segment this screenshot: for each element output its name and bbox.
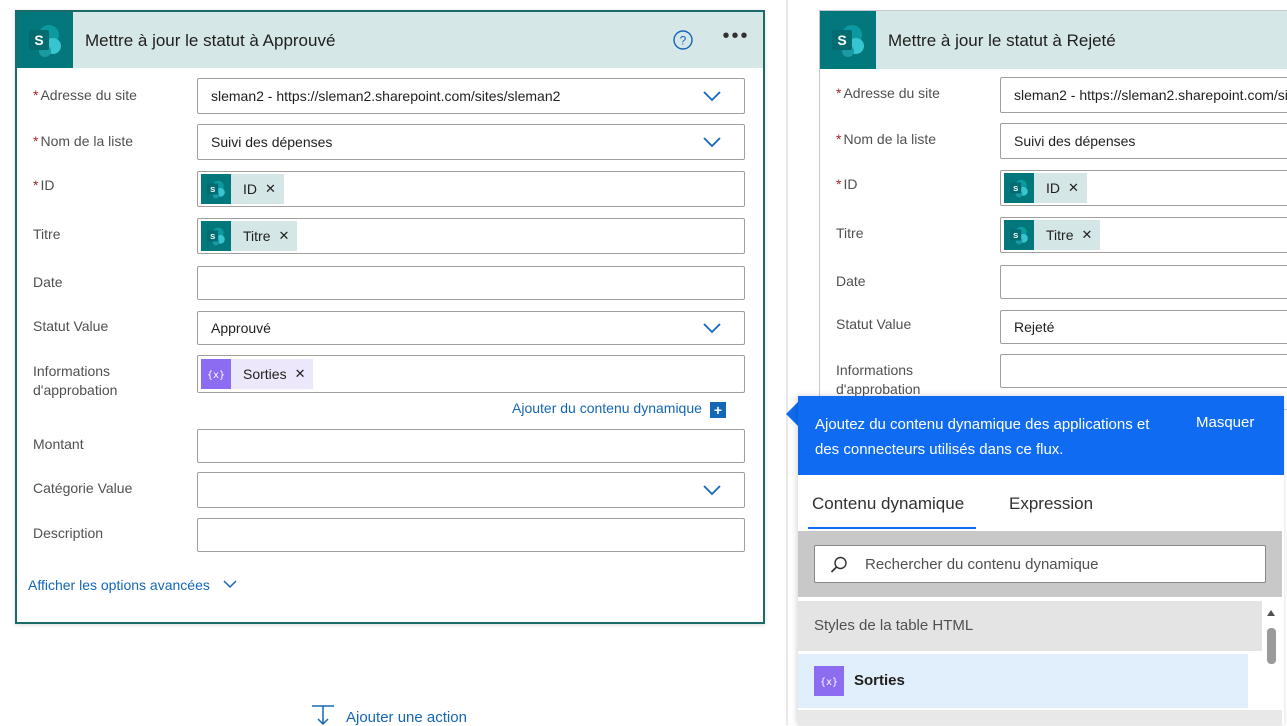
add-dynamic-content-link[interactable]: Ajouter du contenu dynamique + (512, 400, 726, 418)
description-label: Description (33, 525, 104, 541)
id-label: * ID (836, 176, 858, 192)
search-area: Rechercher du contenu dynamique (798, 531, 1282, 597)
status-value: Approuvé (211, 320, 271, 336)
status-dropdown[interactable]: Rejeté (1000, 310, 1287, 344)
site-address-label: * Adresse du site (33, 87, 137, 103)
list-name-value: Suivi des dépenses (211, 134, 333, 150)
section-header[interactable]: Styles de la table HTML (798, 601, 1262, 651)
active-tab-indicator (808, 527, 976, 529)
remove-token-icon[interactable]: ✕ (1068, 180, 1079, 196)
action-card-approved[interactable]: Mettre à jour le statut à Approuvé ? •••… (15, 10, 765, 624)
card-header[interactable]: Mettre à jour le statut à Rejeté (820, 11, 1287, 69)
insert-step-icon (312, 705, 334, 726)
scrollbar[interactable] (1264, 606, 1278, 716)
card-title[interactable]: Mettre à jour le statut à Rejeté (888, 31, 1116, 51)
hide-panel-button[interactable]: Masquer (1196, 414, 1254, 431)
approval-info-input[interactable]: Sorties ✕ (197, 355, 745, 393)
plus-icon: + (709, 402, 726, 418)
sharepoint-icon (1004, 220, 1034, 250)
site-address-label: * Adresse du site (836, 85, 940, 101)
search-placeholder: Rechercher du contenu dynamique (865, 556, 1099, 573)
search-input[interactable]: Rechercher du contenu dynamique (814, 545, 1266, 583)
remove-token-icon[interactable]: ✕ (278, 228, 289, 244)
tab-expression[interactable]: Expression (1009, 494, 1093, 514)
site-address-dropdown[interactable]: sleman2 - https://sleman2.sharepoint.com… (1000, 77, 1287, 113)
search-icon (830, 556, 847, 573)
status-label: Statut Value (33, 318, 109, 334)
status-label: Statut Value (836, 316, 912, 332)
status-dropdown[interactable]: Approuvé (197, 311, 745, 345)
more-options-icon[interactable]: ••• (721, 26, 751, 52)
description-input[interactable] (197, 518, 745, 552)
category-dropdown[interactable] (197, 472, 745, 508)
date-input[interactable] (1000, 265, 1287, 299)
title-label: Titre (836, 225, 864, 241)
approval-info-label: Informations d'approbation (33, 363, 118, 398)
amount-label: Montant (33, 436, 84, 452)
panel-header: Ajoutez du contenu dynamique des applica… (798, 396, 1284, 475)
chevron-down-icon[interactable] (702, 321, 722, 335)
id-input[interactable]: ID ✕ (1000, 170, 1287, 206)
scroll-thumb[interactable] (1267, 628, 1276, 664)
item-label: Sorties (854, 672, 905, 689)
id-token[interactable]: ID ✕ (1004, 173, 1087, 203)
variable-icon (201, 359, 231, 389)
remove-token-icon[interactable]: ✕ (295, 366, 306, 382)
id-input[interactable]: ID ✕ (197, 171, 745, 207)
approval-info-input[interactable] (1000, 354, 1287, 388)
card-title[interactable]: Mettre à jour le statut à Approuvé (85, 31, 335, 51)
chevron-down-icon (223, 580, 237, 589)
sharepoint-icon (820, 11, 876, 69)
list-name-value: Suivi des dépenses (1014, 133, 1136, 149)
title-label: Titre (33, 226, 61, 242)
svg-text:?: ? (680, 34, 687, 48)
list-name-dropdown[interactable]: Suivi des dépenses (1000, 123, 1287, 159)
title-input[interactable]: Titre ✕ (197, 218, 745, 254)
action-card-rejected[interactable]: Mettre à jour le statut à Rejeté * Adress… (819, 10, 1287, 410)
list-name-dropdown[interactable]: Suivi des dépenses (197, 124, 745, 160)
remove-token-icon[interactable]: ✕ (1081, 227, 1092, 243)
next-section (798, 710, 1282, 725)
chevron-down-icon[interactable] (702, 483, 722, 497)
site-address-value: sleman2 - https://sleman2.sharepoint.com… (211, 88, 561, 104)
list-item[interactable]: Sorties (798, 654, 1248, 708)
approval-info-label: Informations d'approbation (836, 362, 921, 397)
sharepoint-icon (17, 12, 73, 68)
date-input[interactable] (197, 266, 745, 300)
sharepoint-icon (1004, 173, 1034, 203)
section-title: Styles de la table HTML (814, 617, 974, 634)
dynamic-content-panel[interactable]: Ajoutez du contenu dynamique des applica… (798, 396, 1284, 725)
date-label: Date (33, 274, 63, 290)
amount-input[interactable] (197, 429, 745, 463)
title-token[interactable]: Titre ✕ (1004, 220, 1101, 250)
site-address-dropdown[interactable]: sleman2 - https://sleman2.sharepoint.com… (197, 78, 745, 114)
advanced-options-link[interactable]: Afficher les options avancées (28, 577, 238, 593)
date-label: Date (836, 273, 866, 289)
variable-icon (814, 666, 844, 696)
id-label: * ID (33, 177, 55, 193)
chevron-down-icon[interactable] (702, 89, 722, 103)
outputs-token[interactable]: Sorties ✕ (201, 359, 314, 389)
panel-description: Ajoutez du contenu dynamique des applica… (815, 416, 1150, 458)
canvas-divider (786, 0, 788, 725)
title-token[interactable]: Titre ✕ (201, 221, 298, 251)
scroll-up-icon[interactable] (1267, 610, 1275, 616)
title-input[interactable]: Titre ✕ (1000, 217, 1287, 253)
tab-dynamic-content[interactable]: Contenu dynamique (812, 494, 964, 514)
status-value: Rejeté (1014, 319, 1055, 335)
help-icon[interactable]: ? (673, 30, 693, 50)
sharepoint-icon (201, 221, 231, 251)
list-name-label: * Nom de la liste (33, 133, 134, 149)
site-address-value: sleman2 - https://sleman2.sharepoint.com… (1014, 87, 1287, 103)
card-header[interactable]: Mettre à jour le statut à Approuvé ? ••• (17, 12, 763, 68)
chevron-down-icon[interactable] (702, 135, 722, 149)
sharepoint-icon (201, 174, 231, 204)
remove-token-icon[interactable]: ✕ (265, 181, 276, 197)
id-token[interactable]: ID ✕ (201, 174, 284, 204)
category-label: Catégorie Value (33, 480, 133, 496)
list-name-label: * Nom de la liste (836, 131, 937, 147)
